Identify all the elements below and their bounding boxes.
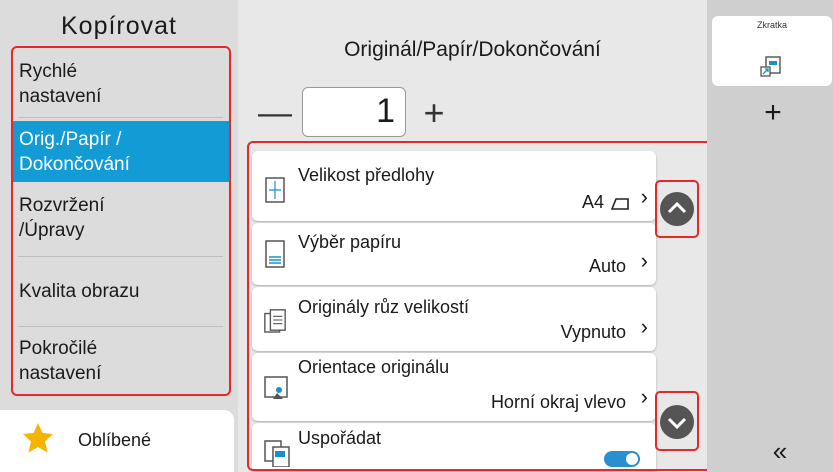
tab-quick-setup[interactable]: Rychlé nastavení [11, 52, 229, 116]
setting-value: Horní okraj vlevo [490, 392, 626, 412]
chevron-right-icon: › [640, 384, 648, 409]
page-title: Originál/Papír/Dokončování [344, 38, 601, 61]
increase-copies-button[interactable]: + [412, 94, 456, 134]
collapse-panel-button[interactable]: « [760, 436, 800, 466]
favorites-label: Oblíbené [78, 430, 152, 450]
chevron-right-icon: › [640, 248, 648, 273]
toggle-knob [626, 453, 638, 465]
setting-paper-selection[interactable]: Výběr papíru Auto › [252, 223, 656, 285]
shortcut-icon [760, 56, 781, 77]
paper-icon [265, 240, 285, 268]
setting-mixed-size-originals[interactable]: Originály růz velikostí Vypnuto › [252, 287, 656, 351]
chevron-right-icon: › [640, 184, 648, 209]
collate-icon [264, 440, 290, 467]
setting-value: A4 [581, 192, 604, 212]
setting-label: Originály růz velikostí [298, 297, 470, 317]
scroll-down-button[interactable] [655, 391, 699, 451]
tab-image-quality[interactable]: Kvalita obrazu [11, 259, 229, 323]
mixed-originals-icon [264, 309, 286, 333]
setting-value: Auto [588, 256, 626, 276]
setting-label: Velikost předlohy [298, 165, 435, 185]
setting-collate[interactable]: Uspořádat [252, 423, 656, 471]
copies-input[interactable]: 1 [302, 87, 406, 137]
chevron-right-icon: › [640, 314, 648, 339]
decrease-copies-button[interactable]: — [255, 96, 295, 132]
setting-label: Uspořádat [298, 428, 382, 448]
shortcut-label: Zkratka [756, 20, 787, 30]
setting-value: Vypnuto [560, 322, 626, 342]
setting-original-size[interactable]: Velikost předlohy A4 › [252, 151, 656, 221]
original-size-icon [265, 177, 285, 203]
tab-layout-edit[interactable]: Rozvržení /Úpravy [11, 186, 229, 250]
orientation-icon [264, 376, 288, 399]
chevron-down-icon [660, 405, 694, 439]
tab-original-paper-finishing[interactable]: Orig./Papír / Dokončování [11, 121, 229, 182]
divider [18, 256, 223, 257]
star-icon [23, 423, 53, 453]
app-title: Kopírovat [60, 12, 177, 40]
tab-advanced-setup[interactable]: Pokročilé nastavení [11, 329, 229, 393]
divider [18, 326, 223, 327]
add-shortcut-button[interactable]: + [748, 96, 798, 136]
collate-toggle[interactable] [604, 451, 640, 467]
setting-label: Orientace originálu [298, 357, 450, 377]
scroll-up-button[interactable] [655, 180, 699, 238]
setting-label: Výběr papíru [298, 232, 402, 252]
setting-original-orientation[interactable]: Orientace originálu Horní okraj vlevo › [252, 353, 656, 421]
chevron-up-icon [660, 192, 694, 226]
orientation-landscape-icon [610, 198, 629, 210]
divider [18, 117, 223, 118]
